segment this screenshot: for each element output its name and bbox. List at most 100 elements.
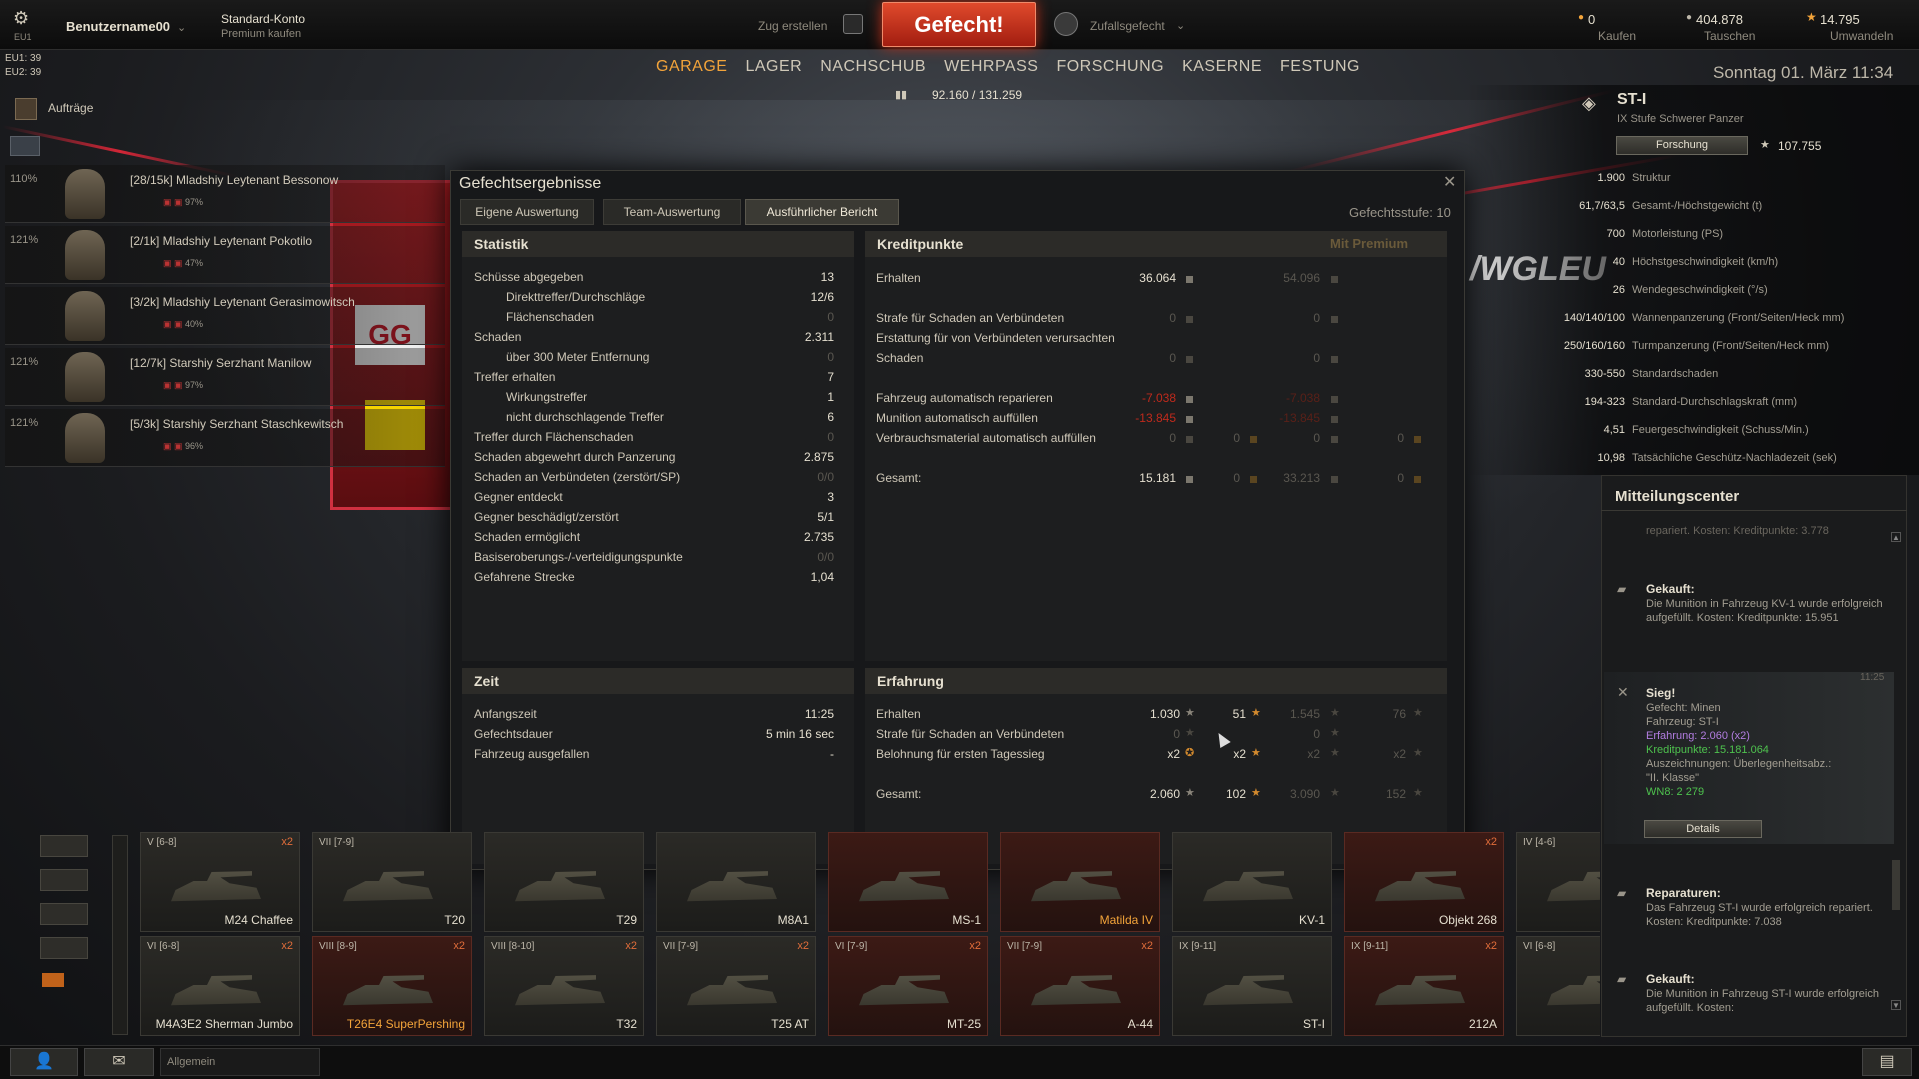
notification-text: repariert. Kosten: Kreditpunkte: 3.778 (1646, 525, 1829, 537)
tank-silhouette (171, 871, 261, 902)
vehicle-card[interactable]: VI [6-8]T (1516, 936, 1600, 1036)
crew-member[interactable]: 110% [28/15k] Mladshiy Leytenant Bessonow… (5, 165, 445, 223)
nav-forschung[interactable]: FORSCHUNG (1056, 58, 1164, 76)
credits-icon (1331, 316, 1338, 323)
credits-icon (1331, 356, 1338, 363)
vehicle-card[interactable]: VI [7-9] x2 MT-25 (828, 936, 988, 1036)
tank-silhouette (1203, 975, 1293, 1006)
filter-class[interactable] (40, 869, 88, 891)
tank-silhouette (515, 975, 605, 1006)
credits-icon (1331, 476, 1338, 483)
chevron-down-icon[interactable]: ⌄ (1176, 19, 1185, 32)
vehicle-card[interactable]: VII [7-9] T20 (312, 832, 472, 932)
time-value: - (830, 747, 834, 761)
tank-silhouette (1375, 975, 1465, 1006)
credits-icon (1331, 416, 1338, 423)
credits-earned: 36.064 (1139, 271, 1176, 285)
vehicle-card[interactable]: IX [9-11] ST-I (1172, 936, 1332, 1036)
notification-text: Die Munition in Fahrzeug KV-1 wurde erfo… (1646, 598, 1883, 624)
vehicle-card[interactable]: M8A1 (656, 832, 816, 932)
xp-earned-premium: 1.545 (1289, 707, 1320, 721)
filter-nation[interactable] (40, 835, 88, 857)
statistics-value: 13 (820, 270, 834, 284)
crew-member[interactable]: 121% [2/1k] Mladshiy Leytenant Pokotilo ▣ … (5, 226, 445, 284)
statistics-label: Treffer erhalten (474, 370, 556, 384)
contacts-icon[interactable]: 👤 (10, 1048, 78, 1076)
nav-kaserne[interactable]: KASERNE (1182, 58, 1262, 76)
credits-icon (1186, 396, 1193, 403)
vehicle-card[interactable]: VII [7-9] x2 T25 AT (656, 936, 816, 1036)
crew-member[interactable]: [3/2k] Mladshiy Leytenant Gerasimowitsch… (5, 287, 445, 345)
platoon-button[interactable]: Zug erstellen (758, 19, 827, 33)
filter-tier[interactable] (40, 903, 88, 925)
crew-percent: 121% (10, 234, 39, 246)
fight-button[interactable]: Gefecht! (882, 2, 1036, 47)
notifications-toggle-icon[interactable]: ▤ (1862, 1048, 1912, 1076)
vehicle-name: T32 (616, 1017, 637, 1031)
credits-row-label: Erhalten (876, 271, 921, 285)
vehicle-card[interactable]: IV [4-6]T (1516, 832, 1600, 932)
chat-channel[interactable]: Allgemein (160, 1048, 320, 1076)
credits-icon (1186, 436, 1193, 443)
tank-silhouette (1203, 871, 1293, 902)
tank-stats: 1.900 Struktur 61,7/63,5 Gesamt-/Höchstgew… (1563, 172, 1845, 464)
vehicle-card[interactable]: MS-1 (828, 832, 988, 932)
details-button[interactable]: Details (1644, 820, 1762, 838)
nav-lager[interactable]: LAGER (745, 58, 802, 76)
buy-gold-button[interactable]: Kaufen (1598, 29, 1636, 43)
tab-own-results[interactable]: Eigene Auswertung (460, 199, 594, 225)
repair-icon: ▰ (1617, 886, 1627, 900)
crew-member[interactable]: 121% [12/7k] Starshiy Serzhant Manilow ▣ ▣… (5, 348, 445, 406)
close-icon[interactable]: ✕ (1617, 684, 1629, 701)
tab-team-results[interactable]: Team-Auswertung (603, 199, 741, 225)
statistics-value: 2.875 (803, 450, 834, 464)
close-icon[interactable]: ✕ (1443, 172, 1456, 192)
research-button[interactable]: Forschung (1616, 136, 1748, 155)
time-label: Gefechtsdauer (474, 727, 553, 741)
vehicle-tier: VII [7-9] (663, 941, 699, 952)
nav-nachschub[interactable]: NACHSCHUB (820, 58, 926, 76)
missions-label[interactable]: Aufträge (48, 101, 93, 115)
tab-detailed-report[interactable]: Ausführlicher Bericht (745, 199, 899, 225)
vehicle-card[interactable]: VIII [8-10] x2 T32 (484, 936, 644, 1036)
chevron-down-icon[interactable]: ⌄ (177, 21, 186, 34)
exchange-button[interactable]: Tauschen (1704, 29, 1755, 43)
premium-buy-link[interactable]: Premium kaufen (221, 28, 301, 40)
vehicle-card[interactable]: x2 Objekt 268 (1344, 832, 1504, 932)
scrollbar-thumb[interactable] (1892, 860, 1900, 910)
xp-icon: ★ (1330, 747, 1340, 759)
platoon-icon[interactable] (843, 14, 863, 34)
crew-member[interactable]: 121% [5/3k] Starshiy Serzhant Staschkewit… (5, 409, 445, 467)
vehicle-name: Objekt 268 (1438, 913, 1497, 927)
battle-mode-select[interactable]: Zufallsgefecht (1090, 19, 1165, 33)
missions-icon[interactable] (15, 98, 37, 120)
carousel-scroll-left[interactable] (112, 835, 128, 1035)
battle-mode-icon[interactable] (1054, 12, 1078, 36)
credits-consumables-premium: 0 (1313, 431, 1320, 445)
nav-garage[interactable]: GARAGE (656, 58, 727, 76)
tank-silhouette (171, 975, 261, 1006)
nav-festung[interactable]: FESTUNG (1280, 58, 1360, 76)
crew-portrait (65, 230, 105, 280)
vehicle-card[interactable]: VIII [8-9] x2 T26E4 SuperPershing (312, 936, 472, 1036)
crew-icon[interactable] (10, 136, 40, 156)
vehicle-card[interactable]: KV-1 (1172, 832, 1332, 932)
gear-icon[interactable]: ⚙ (13, 8, 29, 29)
vehicle-card[interactable]: V [6-8] x2 M24 Chaffee (140, 832, 300, 932)
vehicle-card[interactable]: T29 (484, 832, 644, 932)
scroll-up-icon[interactable]: ▲ (1891, 532, 1901, 542)
vehicle-card[interactable]: Matilda IV (1000, 832, 1160, 932)
convert-xp-button[interactable]: Umwandeln (1830, 29, 1893, 43)
username[interactable]: Benutzername00 (66, 19, 170, 34)
vehicle-card[interactable]: IX [9-11] x2 212A (1344, 936, 1504, 1036)
filter-favorite-icon[interactable] (42, 973, 64, 987)
statistics-label: Direkttreffer/Durchschläge (506, 290, 646, 304)
vehicle-card[interactable]: VI [6-8] x2 M4A3E2 Sherman Jumbo (140, 936, 300, 1036)
vehicle-name: MS-1 (952, 913, 981, 927)
vehicle-card[interactable]: VII [7-9] x2 A-44 (1000, 936, 1160, 1036)
tank-silhouette (859, 975, 949, 1006)
filter-type[interactable] (40, 937, 88, 959)
nav-wehrpass[interactable]: WEHRPASS (944, 58, 1038, 76)
scroll-down-icon[interactable]: ▼ (1891, 1000, 1901, 1010)
chat-icon[interactable]: ✉ (84, 1048, 154, 1076)
